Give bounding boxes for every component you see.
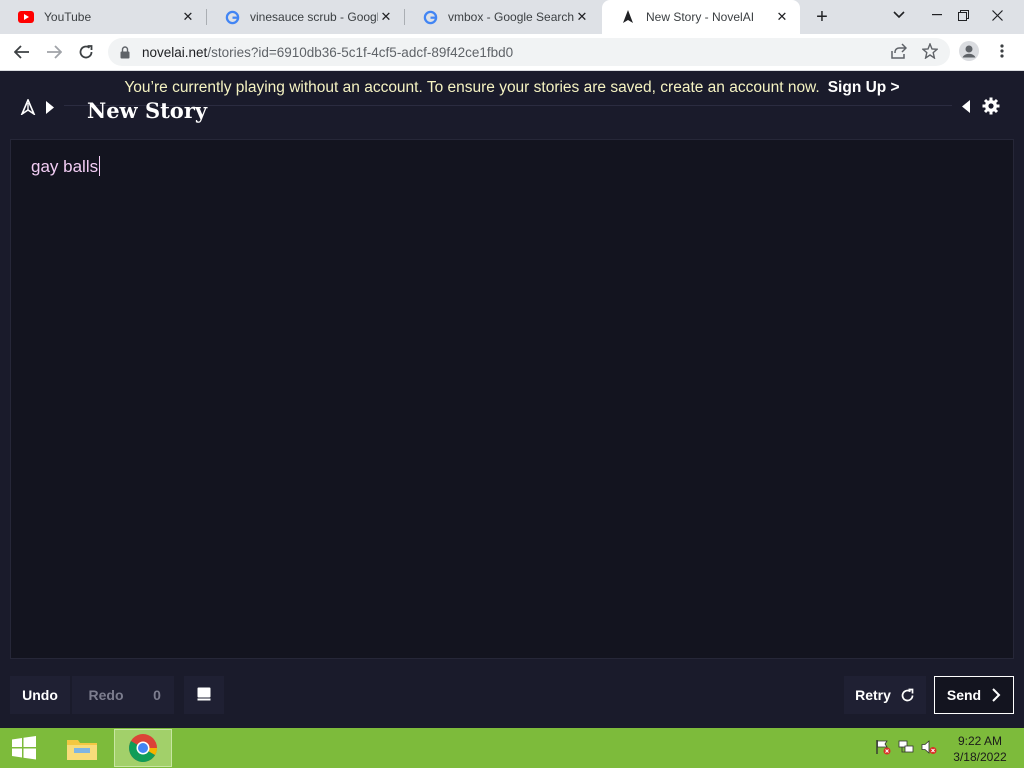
kebab-menu-icon[interactable] [991,40,1013,62]
send-button[interactable]: Send [934,676,1014,714]
url-text[interactable]: novelai.net/stories?id=6910db36-5c1f-4cf… [142,45,513,60]
close-icon[interactable]: ✕ [378,9,394,25]
banner-text: You’re currently playing without an acco… [124,79,820,96]
novelai-icon [620,9,636,25]
clock-date: 3/18/2022 [953,750,1007,764]
send-label: Send [946,687,982,703]
tab-vinesauce-search[interactable]: vinesauce scrub - Google Search ✕ [206,0,404,34]
file-explorer-icon[interactable] [60,728,104,768]
system-clock[interactable]: 9:22 AM 3/18/2022 [946,733,1014,765]
windows-start-icon[interactable] [6,728,42,768]
redo-button[interactable]: Redo [72,676,140,714]
clock-time: 9:22 AM [957,734,1003,748]
action-center-flag-icon[interactable] [874,738,892,756]
novelai-logo-icon[interactable] [20,97,36,120]
story-title[interactable]: New Story [87,98,207,123]
tab-youtube[interactable]: YouTube ✕ [0,0,206,34]
url-host: novelai.net [142,44,208,60]
gear-icon[interactable] [982,97,1000,120]
book-icon [197,687,211,704]
tab-title: vmbox - Google Search [448,10,574,24]
address-bar[interactable]: novelai.net/stories?id=6910db36-5c1f-4cf… [108,38,950,66]
tab-title: vinesauce scrub - Google Search [250,10,378,24]
youtube-icon [18,9,34,25]
tab-vmbox-search[interactable]: vmbox - Google Search ✕ [404,0,600,34]
lock-icon[interactable] [120,45,134,59]
google-icon [422,9,438,25]
chrome-taskbar-icon[interactable] [114,729,172,767]
browser-tab-strip: YouTube ✕ vinesauce scrub - Google Searc… [0,0,1024,34]
story-editor[interactable]: gay balls [10,139,1014,659]
retry-button[interactable]: Retry [844,676,926,714]
google-icon [224,9,240,25]
novelai-app: New Story You’re currently playing witho… [0,71,1024,728]
window-close-icon[interactable] [984,0,1010,30]
account-warning-banner: You’re currently playing without an acco… [0,79,1024,97]
restore-icon[interactable] [950,0,976,30]
minimize-icon[interactable] [924,0,950,30]
retry-arrow-icon [900,688,915,703]
volume-muted-icon[interactable] [920,738,938,756]
tab-new-story-novelai[interactable]: New Story - NovelAI ✕ [602,0,800,34]
text-caret [99,156,101,176]
url-path: /stories?id=6910db36-5c1f-4cf5-adcf-89f4… [207,44,514,60]
left-sidebar-controls [20,97,54,120]
story-text-content: gay balls [31,157,99,176]
back-arrow-icon[interactable] [8,38,36,66]
tab-title: YouTube [44,10,92,24]
profile-avatar-icon[interactable] [958,40,980,62]
story-text[interactable]: gay balls [31,156,101,177]
right-sidebar-controls [962,97,1000,120]
tab-search-chevron-icon[interactable] [886,0,912,30]
new-tab-button[interactable]: + [810,4,834,30]
redo-count: 0 [140,676,174,714]
undo-button[interactable]: Undo [10,676,70,714]
tab-title: New Story - NovelAI [646,10,755,24]
send-arrow-icon [991,688,1001,702]
close-icon[interactable]: ✕ [574,9,590,25]
share-icon[interactable] [888,40,910,62]
close-icon[interactable]: ✕ [180,9,196,25]
lorebook-button[interactable] [184,676,224,714]
expand-left-panel-icon[interactable] [46,100,54,119]
expand-right-panel-icon[interactable] [962,99,970,118]
forward-arrow-icon[interactable] [40,38,68,66]
reload-icon[interactable] [72,38,100,66]
network-icon[interactable] [897,738,915,756]
retry-label: Retry [855,687,891,703]
sign-up-link[interactable]: Sign Up > [828,79,900,96]
windows-taskbar: 9:22 AM 3/18/2022 [0,728,1024,768]
browser-toolbar: novelai.net/stories?id=6910db36-5c1f-4cf… [0,34,1024,71]
close-icon[interactable]: ✕ [774,9,790,25]
bookmark-star-icon[interactable] [919,40,941,62]
